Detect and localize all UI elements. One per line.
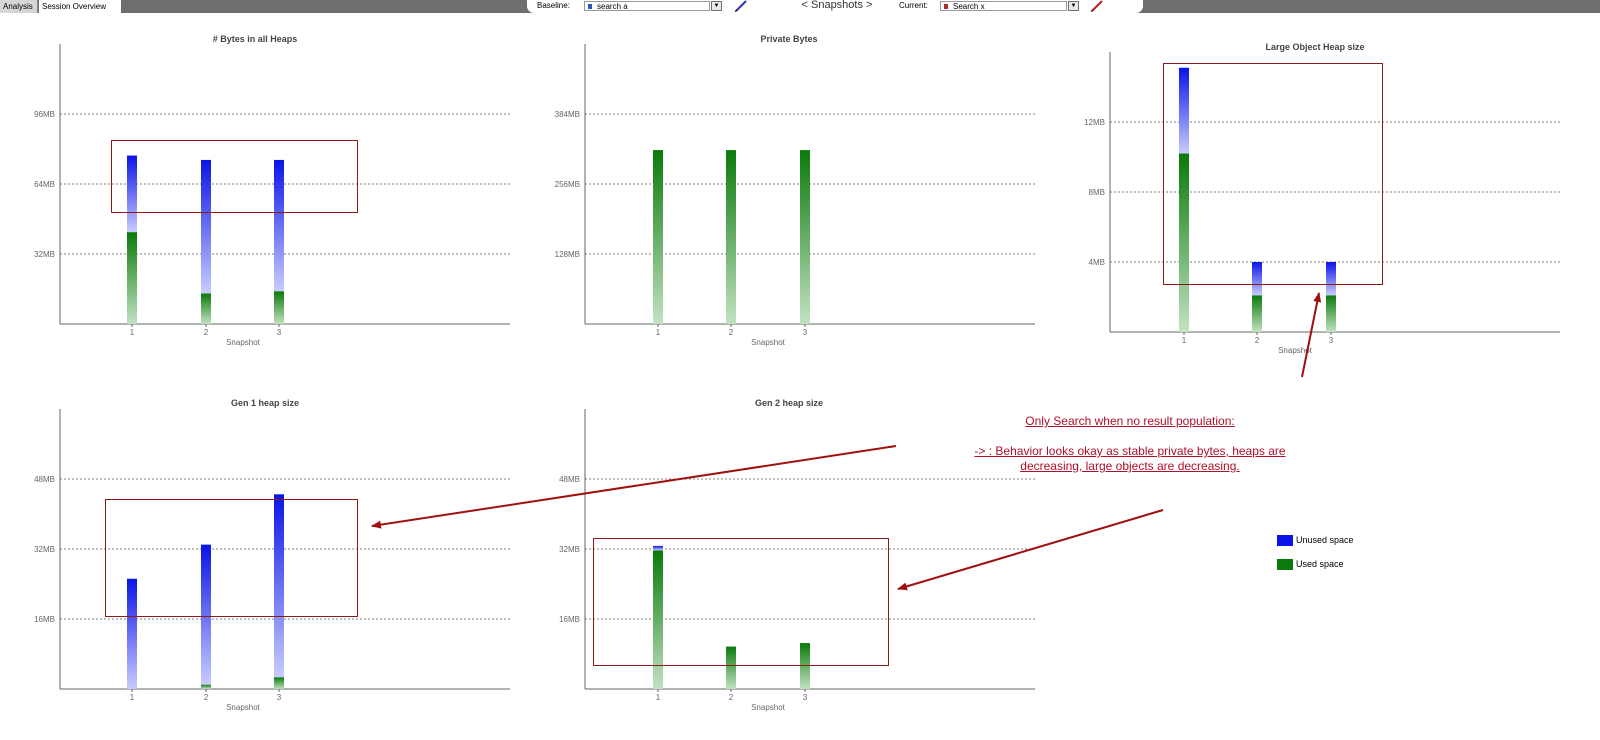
annotation-arrows — [371, 292, 1322, 591]
arrow-to-gen1 — [371, 445, 897, 529]
arrow-to-gen2 — [897, 509, 1164, 591]
legend-label-used: Used space — [1296, 559, 1344, 569]
annotation-line-3: decreasing, large objects are decreasing… — [1020, 459, 1240, 473]
legend-swatch-used — [1277, 558, 1293, 570]
annotation-text: Only Search when no result population: -… — [940, 414, 1320, 474]
legend-item-unused: Unused space — [1277, 534, 1354, 546]
legend: Unused space Used space — [1277, 534, 1354, 582]
arrow-to-lob — [1301, 292, 1322, 378]
annotation-line-2: -> : Behavior looks okay as stable priva… — [974, 444, 1286, 458]
annotation-line-1: Only Search when no result population: — [1025, 414, 1235, 428]
legend-swatch-unused — [1277, 534, 1293, 546]
legend-item-used: Used space — [1277, 558, 1354, 570]
legend-label-unused: Unused space — [1296, 535, 1354, 545]
